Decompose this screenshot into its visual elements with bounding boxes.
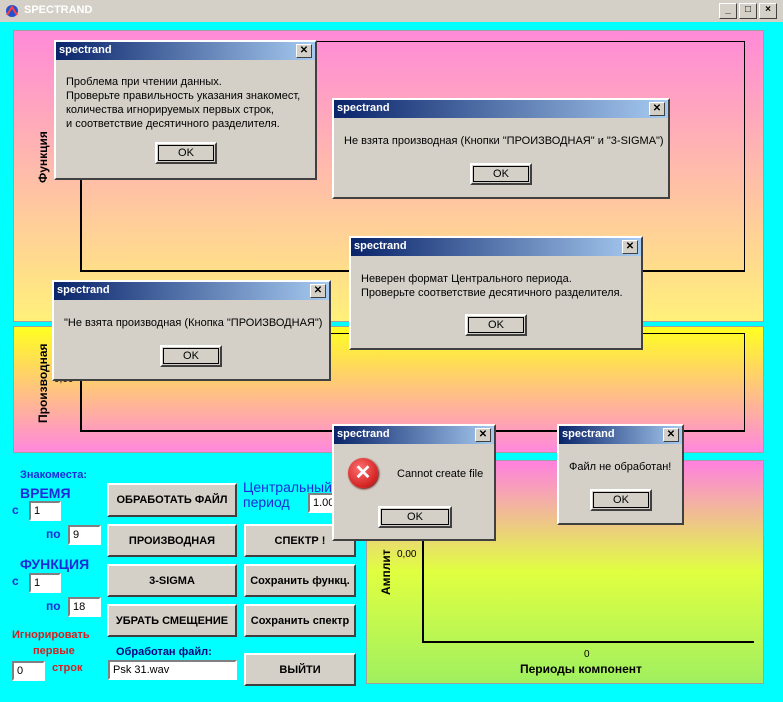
dialog-read-error: spectrand ✕ Проблема при чтении данных. П… [54, 40, 317, 180]
dialog-ok-button[interactable]: OK [465, 314, 527, 336]
dialog-central-format: spectrand ✕ Неверен формат Центрального п… [349, 236, 643, 350]
maximize-button[interactable]: □ [739, 3, 757, 19]
dialog-title-bar: spectrand ✕ [334, 426, 494, 444]
function-label: ФУНКЦИЯ [20, 556, 90, 572]
dialog-title-bar: spectrand ✕ [351, 238, 641, 256]
derivative-button[interactable]: ПРОИЗВОДНАЯ [107, 524, 237, 557]
dialog-ok-button[interactable]: OK [378, 506, 452, 528]
ignore-label-3: строк [52, 662, 83, 674]
time-from-input[interactable]: 1 [29, 501, 61, 521]
dialog-message: Неверен формат Центрального периода. Про… [361, 273, 623, 299]
dialog-file-not-processed: spectrand ✕ Файл не обработан! OK [557, 424, 684, 525]
derivative-axis-label: Производная [36, 343, 50, 423]
processed-file-label: Обработан файл: [116, 646, 212, 658]
spectrum-plot-area [422, 535, 754, 643]
close-button[interactable]: × [759, 3, 777, 19]
spectrum-xlabel: Периоды компонент [520, 662, 642, 676]
dialog-close-icon[interactable]: ✕ [310, 284, 326, 298]
dialog-derivative: spectrand ✕ "Не взята производная (Кнопка… [52, 280, 331, 381]
minimize-button[interactable]: _ [719, 3, 737, 19]
dialog-title: spectrand [57, 284, 110, 296]
time-to-label: по [46, 527, 61, 541]
spectrum-xtick: 0 [584, 649, 590, 660]
central-period-label-2: период [243, 494, 290, 510]
func-from-label: с [12, 574, 19, 588]
spectrum-ytick: 0,00 [397, 549, 417, 560]
spectrum-axis-label: Амплит [379, 549, 393, 595]
dialog-title: spectrand [337, 428, 390, 440]
ignore-label-1: Игнорировать [12, 629, 90, 641]
dialog-close-icon[interactable]: ✕ [649, 102, 665, 116]
processed-file-field: Psk 31.wav [108, 660, 237, 680]
process-file-button[interactable]: ОБРАБОТАТЬ ФАЙЛ [107, 483, 237, 517]
dialog-close-icon[interactable]: ✕ [475, 428, 491, 442]
dialog-title-bar: spectrand ✕ [334, 100, 668, 118]
dialog-title-bar: spectrand ✕ [54, 282, 329, 300]
dialog-title-bar: spectrand ✕ [559, 426, 682, 444]
ignore-rows-input[interactable]: 0 [12, 661, 45, 681]
dialog-message: Проблема при чтении данных. Проверьте пр… [66, 76, 301, 130]
func-to-input[interactable]: 18 [68, 597, 101, 617]
dialog-title-bar: spectrand ✕ [56, 42, 315, 60]
dialog-cannot-create: spectrand ✕ ✕ Cannot create file OK [332, 424, 496, 541]
function-axis-label: Функция [36, 131, 50, 183]
time-from-label: с [12, 503, 19, 517]
dialog-message: Файл не обработан! [569, 461, 672, 473]
dialog-message: "Не взята производная (Кнопка "ПРОИЗВОДН… [64, 317, 323, 329]
save-function-button[interactable]: Сохранить функц. [244, 564, 356, 597]
znakomesta-label: Знакоместа: [20, 469, 87, 481]
time-to-input[interactable]: 9 [68, 525, 101, 545]
app-icon [6, 5, 18, 17]
remove-offset-button[interactable]: УБРАТЬ СМЕЩЕНИЕ [107, 604, 237, 637]
dialog-title: spectrand [337, 102, 390, 114]
func-to-label: по [46, 599, 61, 613]
dialog-ok-button[interactable]: OK [155, 142, 217, 164]
dialog-ok-button[interactable]: OK [160, 345, 222, 367]
dialog-close-icon[interactable]: ✕ [296, 44, 312, 58]
dialog-title: spectrand [354, 240, 407, 252]
three-sigma-button[interactable]: 3-SIGMA [107, 564, 237, 597]
dialog-close-icon[interactable]: ✕ [663, 428, 679, 442]
ignore-label-2: первые [33, 645, 75, 657]
window-title: SPECTRAND [24, 4, 93, 16]
dialog-ok-button[interactable]: OK [590, 489, 652, 511]
dialog-ok-button[interactable]: OK [470, 163, 532, 185]
time-label: ВРЕМЯ [20, 485, 71, 501]
dialog-message: Не взята производная (Кнопки "ПРОИЗВОДНА… [344, 135, 664, 147]
dialog-close-icon[interactable]: ✕ [622, 240, 638, 254]
dialog-derivative-sigma: spectrand ✕ Не взята производная (Кнопки … [332, 98, 670, 199]
exit-button[interactable]: ВЫЙТИ [244, 653, 356, 686]
save-spectrum-button[interactable]: Сохранить спектр [244, 604, 356, 637]
dialog-title: spectrand [59, 44, 112, 56]
func-from-input[interactable]: 1 [29, 573, 61, 593]
title-bar: SPECTRAND _ □ × [0, 0, 783, 22]
dialog-message: Cannot create file [397, 468, 484, 480]
dialog-title: spectrand [562, 428, 615, 440]
error-icon: ✕ [348, 458, 378, 488]
